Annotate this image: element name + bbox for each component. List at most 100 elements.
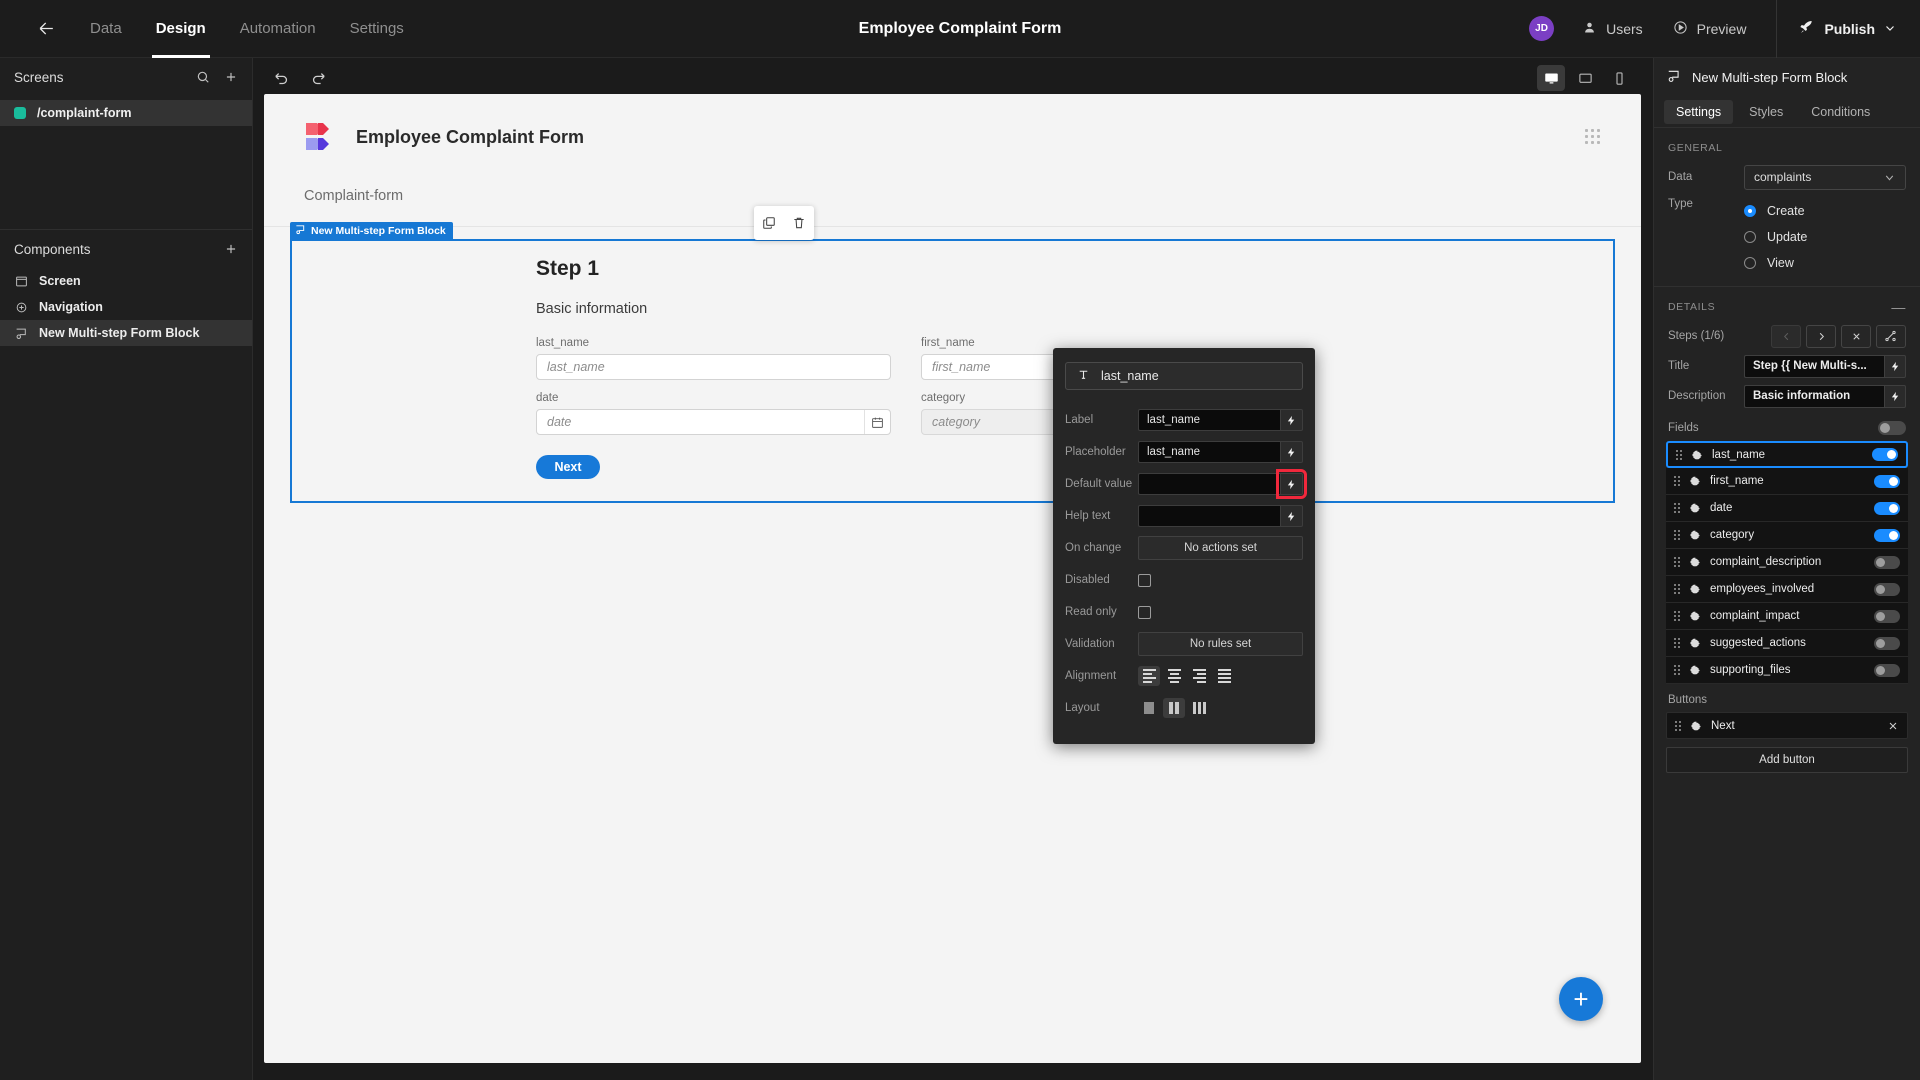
gear-icon[interactable] [1689,610,1701,622]
block-tag[interactable]: New Multi-step Form Block [290,222,453,239]
help-text-binding-icon[interactable] [1280,505,1303,527]
step-title-input[interactable]: Step {{ New Multi-s... [1744,354,1884,378]
button-row-next[interactable]: Next [1666,712,1908,739]
gear-icon[interactable] [1689,664,1701,676]
field-enable-toggle[interactable] [1874,501,1900,515]
step-description-input[interactable]: Basic information [1744,384,1884,408]
default-value-input[interactable] [1138,473,1280,495]
component-item-screen[interactable]: Screen [0,268,252,294]
drag-handle-icon[interactable] [1674,611,1680,621]
on-change-button[interactable]: No actions set [1138,536,1303,560]
fields-master-toggle[interactable] [1878,421,1906,435]
preview-button[interactable]: Preview [1673,20,1746,38]
layout-one-column-icon[interactable] [1138,698,1160,718]
tab-design[interactable]: Design [151,0,210,58]
drag-handle-icon[interactable] [1674,530,1680,540]
validation-button[interactable]: No rules set [1138,632,1303,656]
tab-styles[interactable]: Styles [1737,100,1795,124]
field-enable-toggle[interactable] [1874,528,1900,542]
placeholder-binding-icon[interactable] [1280,441,1303,463]
gear-icon[interactable] [1689,502,1701,514]
add-component-icon[interactable] [224,242,238,256]
read-only-checkbox[interactable] [1138,605,1151,619]
drag-handle-icon[interactable] [1674,503,1680,513]
last-name-input[interactable]: last_name [536,354,891,380]
drag-handle-icon[interactable] [1674,665,1680,675]
delete-step-icon[interactable] [1841,324,1871,348]
calendar-icon[interactable] [864,410,890,434]
gear-icon[interactable] [1691,449,1703,461]
tab-conditions[interactable]: Conditions [1799,100,1882,124]
label-binding-icon[interactable] [1280,409,1303,431]
gear-icon[interactable] [1690,720,1702,732]
field-row-complaint-impact[interactable]: complaint_impact [1666,603,1908,630]
collapse-details-icon[interactable]: — [1891,300,1906,314]
date-input[interactable]: date [536,409,891,435]
drag-handle-icon[interactable] [1674,476,1680,486]
drag-handle-icon[interactable] [1674,584,1680,594]
field-row-suggested-actions[interactable]: suggested_actions [1666,630,1908,657]
field-enable-toggle[interactable] [1874,609,1900,623]
field-enable-toggle[interactable] [1874,663,1900,677]
gear-icon[interactable] [1689,475,1701,487]
undo-icon[interactable] [273,70,290,87]
tab-automation[interactable]: Automation [240,0,316,58]
mobile-icon[interactable] [1605,65,1633,91]
field-row-supporting-files[interactable]: supporting_files [1666,657,1908,684]
add-button[interactable]: Add button [1666,747,1908,773]
back-arrow-icon[interactable] [24,7,68,51]
component-item-navigation[interactable]: Navigation [0,294,252,320]
drag-handle-icon[interactable] [1676,449,1682,460]
drag-handle-icon[interactable] [1674,557,1680,567]
users-button[interactable]: Users [1582,20,1643,38]
component-item-multistep-form-block[interactable]: New Multi-step Form Block [0,320,252,346]
field-row-employees-involved[interactable]: employees_involved [1666,576,1908,603]
radio-update[interactable]: Update [1744,224,1906,250]
drag-handle-icon[interactable] [1675,720,1681,731]
publish-button[interactable]: Publish [1776,0,1920,58]
desktop-icon[interactable] [1537,65,1565,91]
default-value-binding-icon[interactable] [1276,469,1307,499]
field-row-last-name[interactable]: last_name [1666,441,1908,468]
add-step-icon[interactable] [1876,324,1906,348]
search-icon[interactable] [196,70,210,84]
remove-button-icon[interactable] [1887,720,1899,732]
avatar[interactable]: JD [1529,16,1555,41]
tab-data[interactable]: Data [90,0,122,58]
field-popup-title[interactable]: last_name [1065,362,1303,390]
field-row-date[interactable]: date [1666,495,1908,522]
field-row-category[interactable]: category [1666,522,1908,549]
step-description-binding-icon[interactable] [1884,384,1906,408]
tablet-icon[interactable] [1571,65,1599,91]
align-left-icon[interactable] [1138,666,1160,686]
align-justify-icon[interactable] [1213,666,1235,686]
field-enable-toggle[interactable] [1874,474,1900,488]
placeholder-input[interactable]: last_name [1138,441,1280,463]
data-select[interactable]: complaints [1744,164,1906,190]
gear-icon[interactable] [1689,529,1701,541]
drag-handle-icon[interactable] [1674,638,1680,648]
gear-icon[interactable] [1689,556,1701,568]
duplicate-icon[interactable] [762,216,776,230]
field-enable-toggle[interactable] [1874,555,1900,569]
field-enable-toggle[interactable] [1874,636,1900,650]
prev-step-icon[interactable] [1771,324,1801,348]
field-enable-toggle[interactable] [1874,582,1900,596]
gear-icon[interactable] [1689,583,1701,595]
drag-handle-icon[interactable] [1585,129,1601,145]
align-right-icon[interactable] [1188,666,1210,686]
next-step-icon[interactable] [1806,324,1836,348]
layout-three-column-icon[interactable] [1188,698,1210,718]
radio-view[interactable]: View [1744,250,1906,276]
form-block-body[interactable]: Step 1 Basic information last_name last_… [290,239,1615,503]
radio-create[interactable]: Create [1744,198,1906,224]
step-title-binding-icon[interactable] [1884,354,1906,378]
help-text-input[interactable] [1138,505,1280,527]
field-row-first-name[interactable]: first_name [1666,468,1908,495]
layout-two-column-icon[interactable] [1163,698,1185,718]
tab-settings[interactable]: Settings [350,0,404,58]
next-button[interactable]: Next [536,455,600,479]
align-center-icon[interactable] [1163,666,1185,686]
field-row-complaint-description[interactable]: complaint_description [1666,549,1908,576]
delete-icon[interactable] [792,216,806,230]
